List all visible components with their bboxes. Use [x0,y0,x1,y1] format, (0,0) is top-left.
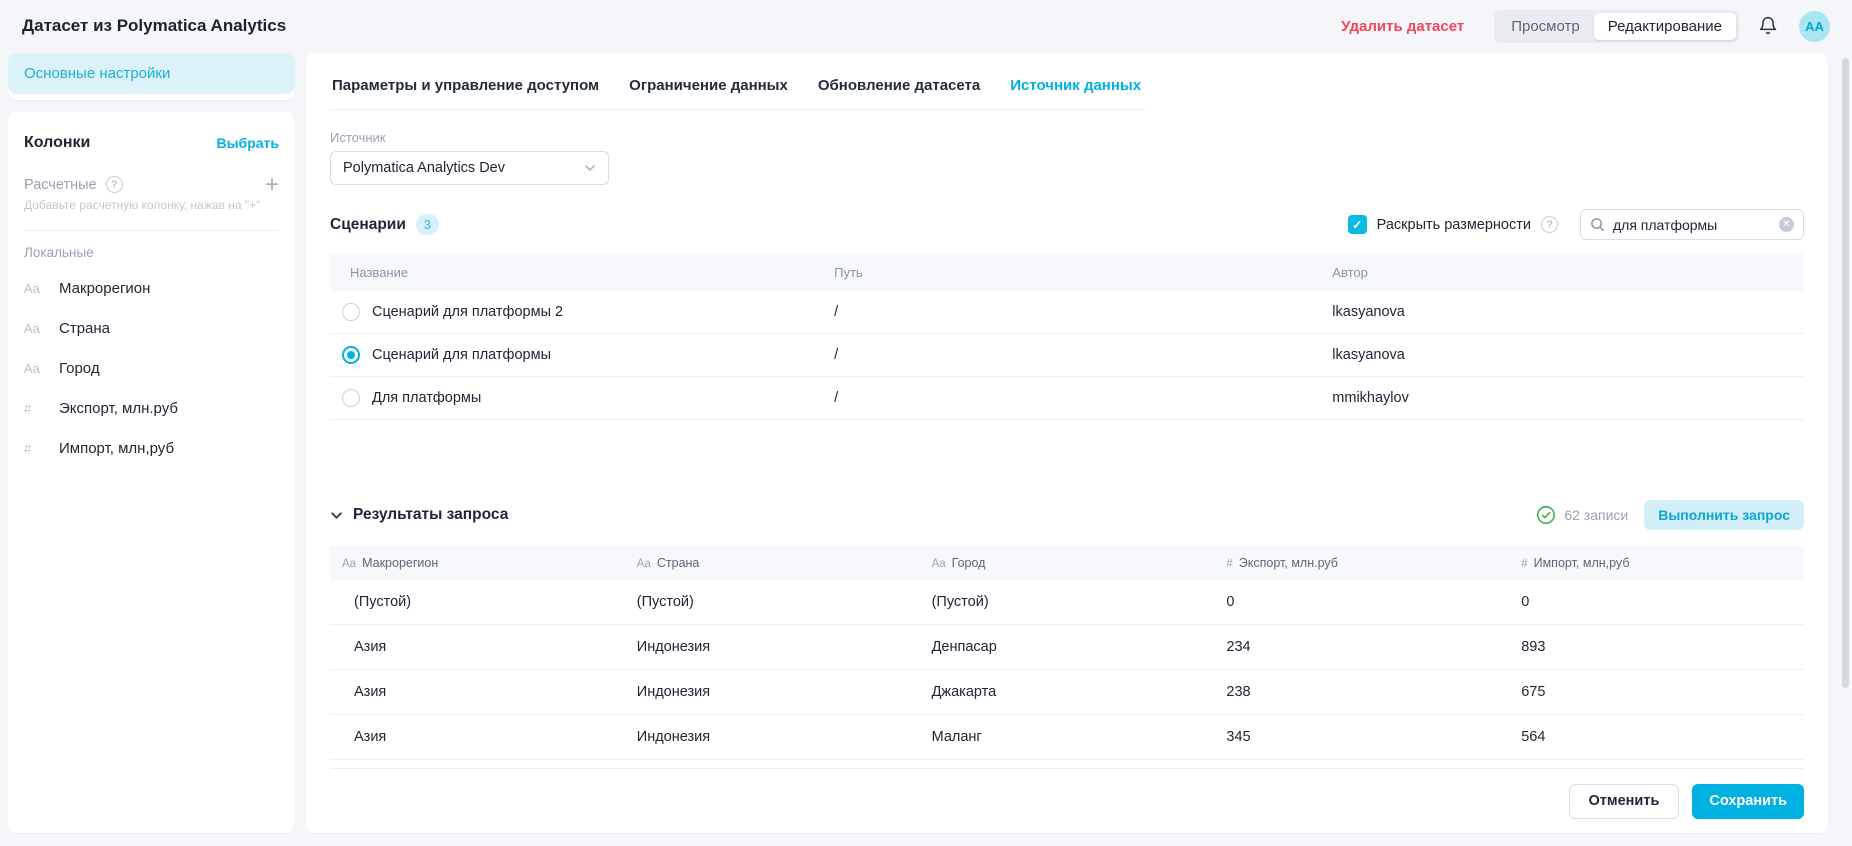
tab-bar: Параметры и управление доступом Ограниче… [330,53,1145,110]
sidebar-nav: Основные настройки [8,53,295,100]
footer-actions: Отменить Сохранить [330,768,1804,833]
table-row: Азия Индонезия Маланг 345 564 [330,715,1804,760]
expand-dimensions-checkbox[interactable]: ✓ [1348,215,1367,234]
scenario-row[interactable]: Для платформы / mmikhaylov [330,377,1804,420]
column-item-export[interactable]: # Экспорт, млн.руб [24,388,279,428]
vertical-scrollbar[interactable] [1842,58,1849,688]
success-check-icon [1536,505,1556,525]
scenario-row-selected[interactable]: Сценарий для платформы / lkasyanova [330,334,1804,377]
scenario-row[interactable]: Сценарий для платформы 2 / lkasyanova [330,291,1804,334]
columns-panel: Колонки Выбрать Расчетные ? + Добавьте р… [8,112,295,833]
column-item-country[interactable]: Aa Страна [24,308,279,348]
column-item-city[interactable]: Aa Город [24,348,279,388]
number-type-icon: # [1226,558,1232,570]
tab-dataset-refresh[interactable]: Обновление датасета [818,77,980,94]
scenario-search: ✕ [1580,209,1804,240]
text-type-icon: Aa [932,558,946,570]
divider [24,230,279,231]
scenarios-table: Название Путь Автор Сценарий для платфор… [330,254,1804,420]
view-mode-button[interactable]: Просмотр [1497,13,1594,40]
radio-selected-icon[interactable] [342,346,360,364]
local-columns-label: Локальные [24,245,279,260]
save-button[interactable]: Сохранить [1692,784,1804,819]
search-icon [1590,217,1605,232]
sidebar-item-main-settings[interactable]: Основные настройки [8,53,295,94]
text-type-icon: Aa [24,321,46,336]
run-query-button[interactable]: Выполнить запрос [1644,500,1804,530]
search-input[interactable] [1613,217,1753,233]
scenarios-title: Сценарии [330,216,406,234]
delete-dataset-button[interactable]: Удалить датасет [1341,18,1464,35]
clear-search-icon[interactable]: ✕ [1779,217,1794,232]
avatar[interactable]: AA [1799,11,1830,42]
radio-unselected-icon[interactable] [342,303,360,321]
topbar: Датасет из Polymatica Analytics Удалить … [0,0,1852,52]
text-type-icon: Aa [637,558,651,570]
table-row: Азия Индонезия Джакарта 238 675 [330,670,1804,715]
text-type-icon: Aa [24,361,46,376]
scenarios-table-header: Название Путь Автор [330,254,1804,291]
notifications-bell-icon[interactable] [1757,15,1779,37]
tab-data-restriction[interactable]: Ограничение данных [629,77,788,94]
mode-switcher: Просмотр Редактирование [1494,10,1739,43]
table-row: (Пустой) (Пустой) (Пустой) 0 0 [330,580,1804,625]
select-columns-link[interactable]: Выбрать [216,135,279,151]
tab-data-source[interactable]: Источник данных [1010,77,1141,94]
text-type-icon: Aa [342,558,356,570]
collapse-chevron-icon[interactable] [330,509,343,522]
expand-dimensions-help-icon[interactable]: ? [1541,216,1558,233]
results-table: AaМакрорегион AaСтрана AaГород #Экспорт,… [330,546,1804,769]
columns-title: Колонки [24,134,90,152]
main-panel: Параметры и управление доступом Ограниче… [306,53,1828,833]
calculated-label: Расчетные [24,177,97,193]
number-type-icon: # [24,441,46,456]
calculated-help-icon[interactable]: ? [106,176,123,193]
source-select-value: Polymatica Analytics Dev [343,160,505,176]
calculated-hint: Добавьте расчетную колонку, нажав на "+" [24,198,279,212]
table-row: Азия Индонезия Денпасар 234 893 [330,625,1804,670]
records-count: 62 записи [1564,507,1628,523]
edit-mode-button[interactable]: Редактирование [1594,13,1736,40]
source-label: Источник [330,130,1804,145]
add-calculated-column-button[interactable]: + [265,177,279,193]
column-item-macroregion[interactable]: Aa Макрорегион [24,268,279,308]
number-type-icon: # [1521,558,1527,570]
scenarios-count-badge: 3 [416,214,439,235]
radio-unselected-icon[interactable] [342,389,360,407]
text-type-icon: Aa [24,281,46,296]
chevron-down-icon [584,162,596,174]
column-item-import[interactable]: # Импорт, млн,руб [24,428,279,468]
results-table-header: AaМакрорегион AaСтрана AaГород #Экспорт,… [330,546,1804,580]
tab-params-access[interactable]: Параметры и управление доступом [332,77,599,94]
cancel-button[interactable]: Отменить [1569,784,1680,819]
results-title: Результаты запроса [353,506,508,524]
number-type-icon: # [24,401,46,416]
source-select[interactable]: Polymatica Analytics Dev [330,151,609,185]
expand-dimensions-label: Раскрыть размерности [1377,217,1531,233]
page-title: Датасет из Polymatica Analytics [22,16,286,36]
